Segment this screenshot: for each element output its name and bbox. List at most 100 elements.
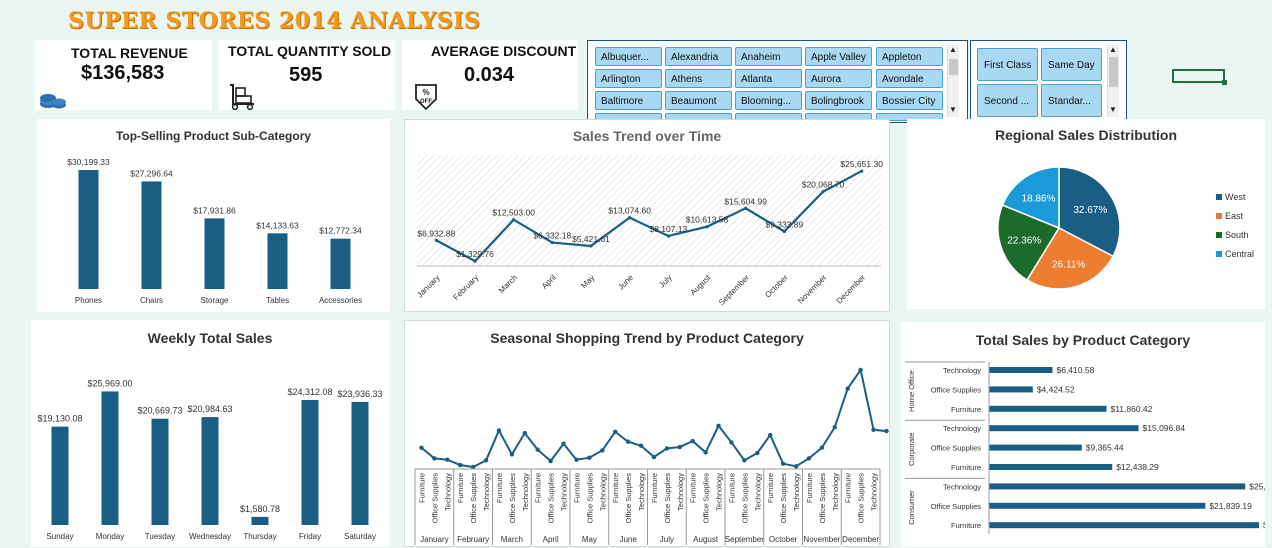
tick-label: Technology [560,473,569,511]
tick-label: Office Supplies [469,473,478,524]
data-point [666,234,670,238]
data-point [832,424,837,430]
shipmode-chip[interactable]: Same Day [1041,48,1102,81]
bar [78,170,99,289]
kpi-quantity-value: 595 [289,64,323,86]
bar [989,502,1206,509]
bar [141,181,162,289]
tick-label: Accessories [319,296,362,305]
tick-label: Technology [521,473,530,511]
city-chip[interactable]: Arlington [595,69,662,88]
data-label: $10,613.58 [686,215,729,225]
city-chip[interactable]: Anaheim [735,47,802,66]
data-label: $9,365.44 [1086,443,1124,453]
data-label: $20,984.63 [187,404,232,414]
shipmode-slicer[interactable]: First Class Same Day Second ... Standar.… [970,40,1127,123]
category-label: Technology [943,366,981,375]
city-chip[interactable]: Aurora [805,69,872,88]
shipmode-chip[interactable]: Standar... [1041,84,1102,117]
data-label: $25,651.30 [840,159,883,169]
tick-label: October [763,273,790,300]
tick-label: Phones [75,296,102,305]
data-point [483,458,489,463]
weekly-chart: $19,130.08 Sunday $25,969.00 Monday $20,669.… [37,378,382,541]
city-chip[interactable]: Appleton [876,47,943,66]
category-label: Technology [943,424,981,433]
shipmode-slicer-scrollbar[interactable]: ▲ ▼ [1107,45,1119,117]
data-point [651,454,657,460]
tick-label: Furniture [534,473,543,503]
data-label: $17,931.86 [193,205,236,215]
tick-label: Saturday [344,532,376,541]
month-label: April [543,535,559,544]
city-chip[interactable]: Blooming... [735,91,802,110]
legend-swatch [1216,251,1222,257]
tick-label: Technology [792,473,801,511]
bar [351,401,369,525]
coins-icon [40,94,66,109]
scroll-up-icon[interactable]: ▲ [1109,45,1117,54]
tick-label: Technology [443,473,452,511]
scroll-up-icon[interactable]: ▲ [949,45,957,54]
data-point [705,225,709,229]
legend-swatch [1216,213,1222,219]
data-point [561,441,566,446]
subcategory-chart: $30,199.33 Phones $27,296.64 Chairs $17,931.… [67,157,362,305]
tick-label: Technology [753,473,762,511]
city-chip[interactable]: Bolingbrook [805,91,872,110]
data-point [703,450,708,455]
shipmode-chip[interactable]: Second ... [977,84,1038,117]
city-chip[interactable]: Apple Valley [805,47,872,66]
data-point [793,464,799,469]
city-chip[interactable]: Alexandria [665,47,732,66]
city-chip[interactable]: Avondale [876,69,943,88]
tick-label: Furniture [650,473,659,503]
fill-handle[interactable] [1222,80,1227,85]
tick-label: Office Supplies [740,473,749,524]
bar [204,218,225,289]
data-point [845,386,850,391]
data-point [742,458,747,463]
tick-label: Technology [482,473,491,511]
svg-text:OFF: OFF [420,99,432,105]
segment-label: Corporate [907,433,916,466]
city-slicer[interactable]: Albuquer... Alexandria Anaheim Apple Val… [587,40,968,123]
city-chip[interactable]: Beaumont [665,91,732,110]
category-label: Office Supplies [931,502,982,511]
tick-label: Office Supplies [508,473,517,524]
shipmode-chip[interactable]: First Class [977,48,1038,81]
tick-label: Thursday [243,532,276,541]
scroll-down-icon[interactable]: ▼ [949,105,957,114]
category-chart: Technology $6,410.58 Office Supplies $4,424… [905,361,1265,534]
tick-label: Sunday [46,532,73,541]
data-label: $13,074.60 [608,206,651,216]
data-point [819,445,825,450]
bar [989,483,1246,490]
month-label: November [803,535,840,544]
data-point [587,455,592,460]
city-chip[interactable]: Baltimore [595,91,662,110]
slice-label: 32.67% [1073,205,1107,216]
city-slicer-scrollbar[interactable]: ▲ ▼ [947,45,959,117]
tick-label: August [688,273,713,298]
scroll-thumb[interactable] [1109,57,1118,87]
city-chip[interactable]: Atlanta [735,69,802,88]
slice-label: 22.36% [1007,235,1041,246]
tick-label: Furniture [766,473,775,503]
selected-cell[interactable] [1172,69,1225,83]
month-label: August [693,535,719,544]
city-chip[interactable]: Bossier City [876,91,943,110]
city-chip[interactable]: Athens [665,69,732,88]
data-label: $20,669.73 [137,406,182,416]
bar [989,522,1259,529]
series-line [420,367,887,469]
city-chip[interactable]: Albuquer... [595,47,662,66]
tick-label: Technology [676,473,685,511]
month-label: February [457,535,489,544]
tick-label: Wednesday [189,532,231,541]
kpi-quantity-label: TOTAL QUANTITY SOLD [228,43,392,59]
data-point [512,218,516,222]
bar [330,238,351,289]
scroll-thumb[interactable] [949,59,958,75]
scroll-down-icon[interactable]: ▼ [1109,105,1117,114]
